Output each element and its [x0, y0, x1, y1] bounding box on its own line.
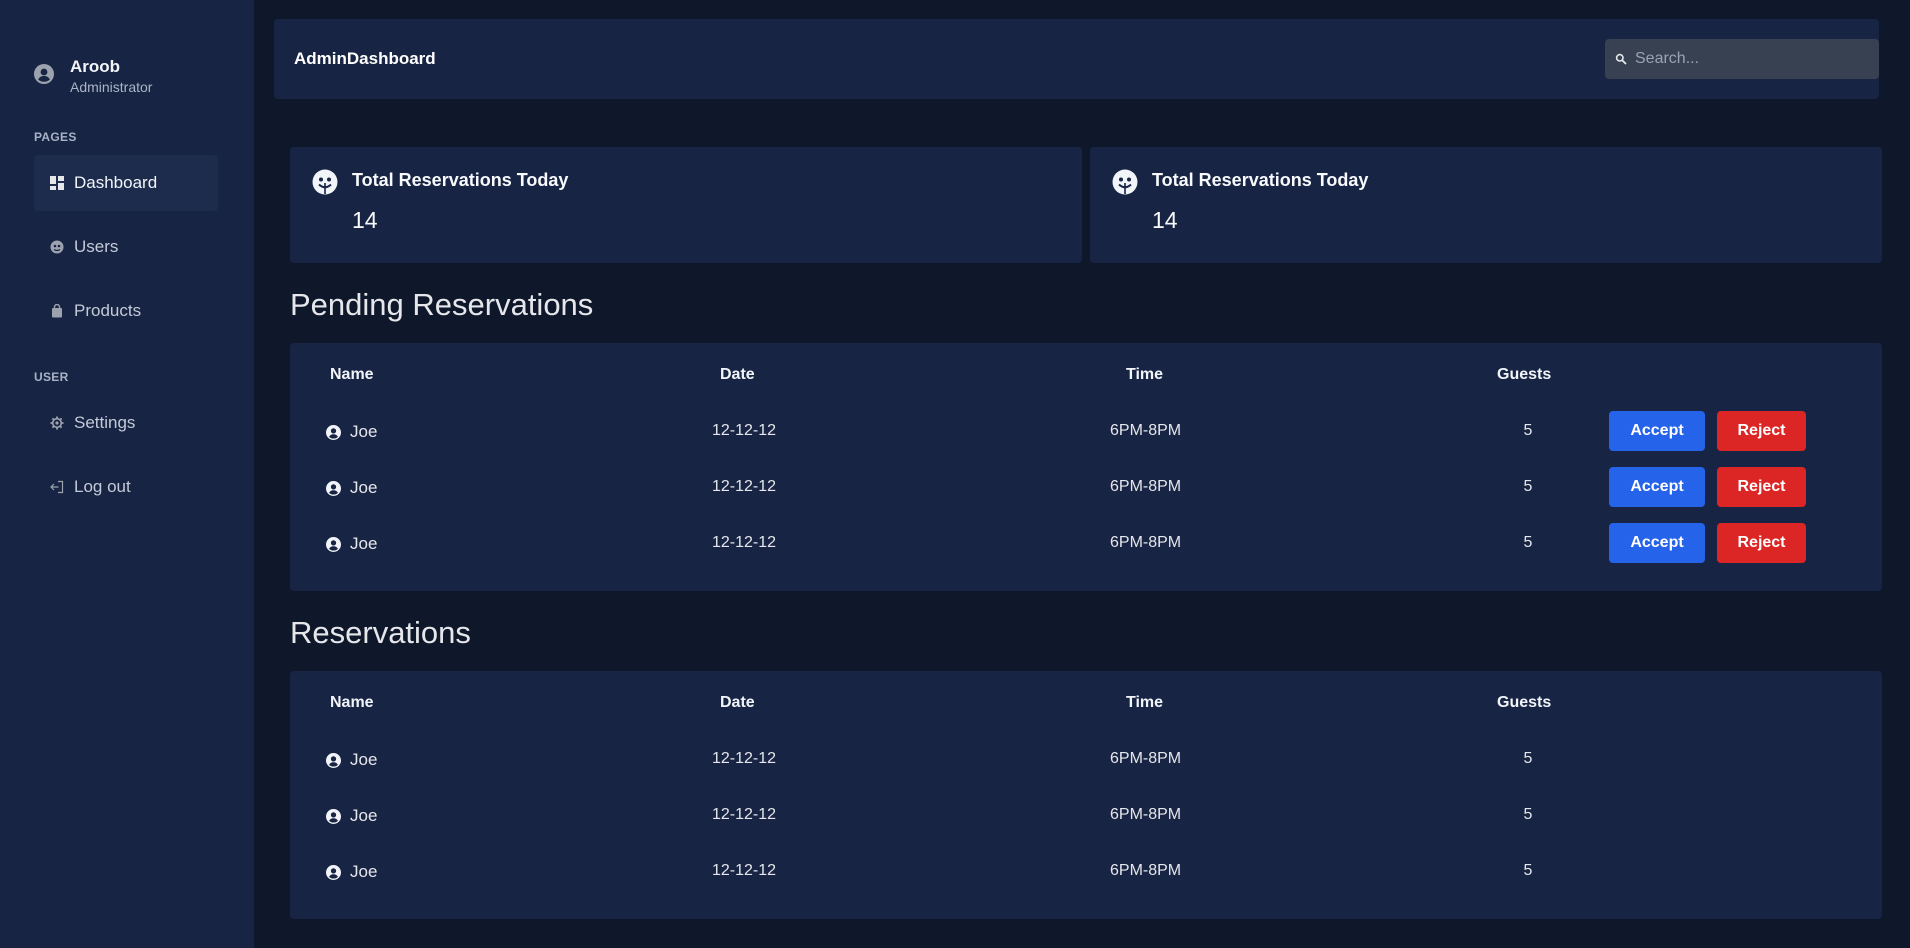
user-section-label: USER [34, 370, 69, 384]
user-icon [326, 536, 341, 552]
stat-value: 14 [352, 207, 378, 233]
top-bar: AdminDashboard [274, 19, 1879, 99]
search-icon [1615, 53, 1627, 65]
column-header-date: Date [720, 366, 755, 383]
face-icon [312, 169, 338, 195]
face-icon [1112, 169, 1138, 195]
user-icon [326, 864, 341, 880]
guests-cell: 5 [1523, 750, 1533, 767]
pages-section-label: PAGES [34, 130, 77, 144]
sidebar-item-label: Dashboard [74, 173, 158, 192]
guest-name-cell: Joe [326, 422, 377, 442]
time-cell: 6PM-8PM [1110, 422, 1182, 439]
column-header-name: Name [330, 694, 374, 711]
time-cell: 6PM-8PM [1110, 750, 1182, 767]
sidebar: Aroob Administrator PAGES Dashboard User… [0, 0, 254, 948]
table-row: Joe 12-12-12 6PM-8PM 5 [290, 844, 1882, 900]
reservations-title: Reservations [290, 615, 471, 650]
sidebar-item-logout[interactable]: Log out [34, 459, 218, 515]
date-cell: 12-12-12 [712, 534, 777, 551]
user-icon [326, 424, 341, 440]
guest-name-cell: Joe [326, 806, 377, 826]
column-header-guests: Guests [1497, 366, 1552, 383]
user-name: Aroob [70, 57, 121, 76]
stat-title: Total Reservations Today [1152, 170, 1369, 190]
time-cell: 6PM-8PM [1110, 478, 1182, 495]
guest-name-cell: Joe [326, 862, 377, 882]
sidebar-item-label: Products [74, 301, 142, 320]
time-cell: 6PM-8PM [1110, 534, 1182, 551]
user-avatar-icon [34, 64, 54, 84]
reject-button[interactable]: Reject [1717, 523, 1806, 563]
table-row: Joe 12-12-12 6PM-8PM 5 Accept Reject [290, 460, 1882, 516]
time-cell: 6PM-8PM [1110, 862, 1182, 879]
stat-title: Total Reservations Today [352, 170, 569, 190]
reject-button[interactable]: Reject [1717, 467, 1806, 507]
guest-name-cell: Joe [326, 478, 377, 498]
column-header-guests: Guests [1497, 694, 1552, 711]
accept-button[interactable]: Accept [1609, 467, 1705, 507]
guests-cell: 5 [1523, 534, 1533, 551]
date-cell: 12-12-12 [712, 478, 777, 495]
table-row: Joe 12-12-12 6PM-8PM 5 [290, 732, 1882, 788]
guests-cell: 5 [1523, 806, 1533, 823]
column-header-date: Date [720, 694, 755, 711]
guest-name-cell: Joe [326, 750, 377, 770]
guests-cell: 5 [1523, 422, 1533, 439]
pending-reservations-title: Pending Reservations [290, 287, 594, 322]
user-icon [326, 808, 341, 824]
reservations-table: Name Date Time Guests Joe 12-12-12 6PM-8… [290, 671, 1882, 919]
search-input[interactable] [1635, 50, 1865, 68]
table-row: Joe 12-12-12 6PM-8PM 5 Accept Reject [290, 404, 1882, 460]
guest-name: Joe [350, 750, 378, 769]
date-cell: 12-12-12 [712, 862, 777, 879]
stat-card-reservations: Total Reservations Today 14 [1090, 147, 1882, 263]
logout-icon [50, 480, 64, 494]
shopping-bag-icon [52, 304, 62, 318]
sidebar-item-settings[interactable]: Settings [34, 395, 218, 451]
sidebar-item-label: Users [74, 237, 119, 256]
user-icon [326, 752, 341, 768]
sidebar-item-products[interactable]: Products [34, 283, 218, 339]
guests-cell: 5 [1523, 478, 1533, 495]
table-row: Joe 12-12-12 6PM-8PM 5 [290, 788, 1882, 844]
guest-name: Joe [350, 478, 378, 497]
dashboard-icon [50, 176, 64, 190]
column-header-name: Name [330, 366, 374, 383]
column-header-time: Time [1126, 366, 1164, 383]
time-cell: 6PM-8PM [1110, 806, 1182, 823]
brand-title: AdminDashboard [294, 49, 436, 68]
guest-name: Joe [350, 534, 378, 553]
gear-icon [50, 416, 64, 430]
user-icon [326, 480, 341, 496]
sidebar-item-label: Log out [74, 477, 131, 496]
stat-card-reservations: Total Reservations Today 14 [290, 147, 1082, 263]
search-box[interactable] [1605, 39, 1879, 79]
date-cell: 12-12-12 [712, 806, 777, 823]
date-cell: 12-12-12 [712, 750, 777, 767]
guest-name: Joe [350, 806, 378, 825]
accept-button[interactable]: Accept [1609, 523, 1705, 563]
stat-value: 14 [1152, 207, 1178, 233]
users-icon [50, 240, 64, 254]
accept-button[interactable]: Accept [1609, 411, 1705, 451]
user-profile: Aroob Administrator [34, 56, 152, 96]
user-role: Administrator [70, 79, 153, 95]
guests-cell: 5 [1523, 862, 1533, 879]
date-cell: 12-12-12 [712, 422, 777, 439]
column-header-time: Time [1126, 694, 1164, 711]
sidebar-item-dashboard[interactable]: Dashboard [34, 155, 218, 211]
sidebar-item-users[interactable]: Users [34, 219, 218, 275]
guest-name-cell: Joe [326, 534, 377, 554]
guest-name: Joe [350, 862, 378, 881]
pending-reservations-table: Name Date Time Guests Joe 12-12-12 6PM-8… [290, 343, 1882, 591]
table-row: Joe 12-12-12 6PM-8PM 5 Accept Reject [290, 516, 1882, 572]
guest-name: Joe [350, 422, 378, 441]
sidebar-item-label: Settings [74, 413, 136, 432]
reject-button[interactable]: Reject [1717, 411, 1806, 451]
